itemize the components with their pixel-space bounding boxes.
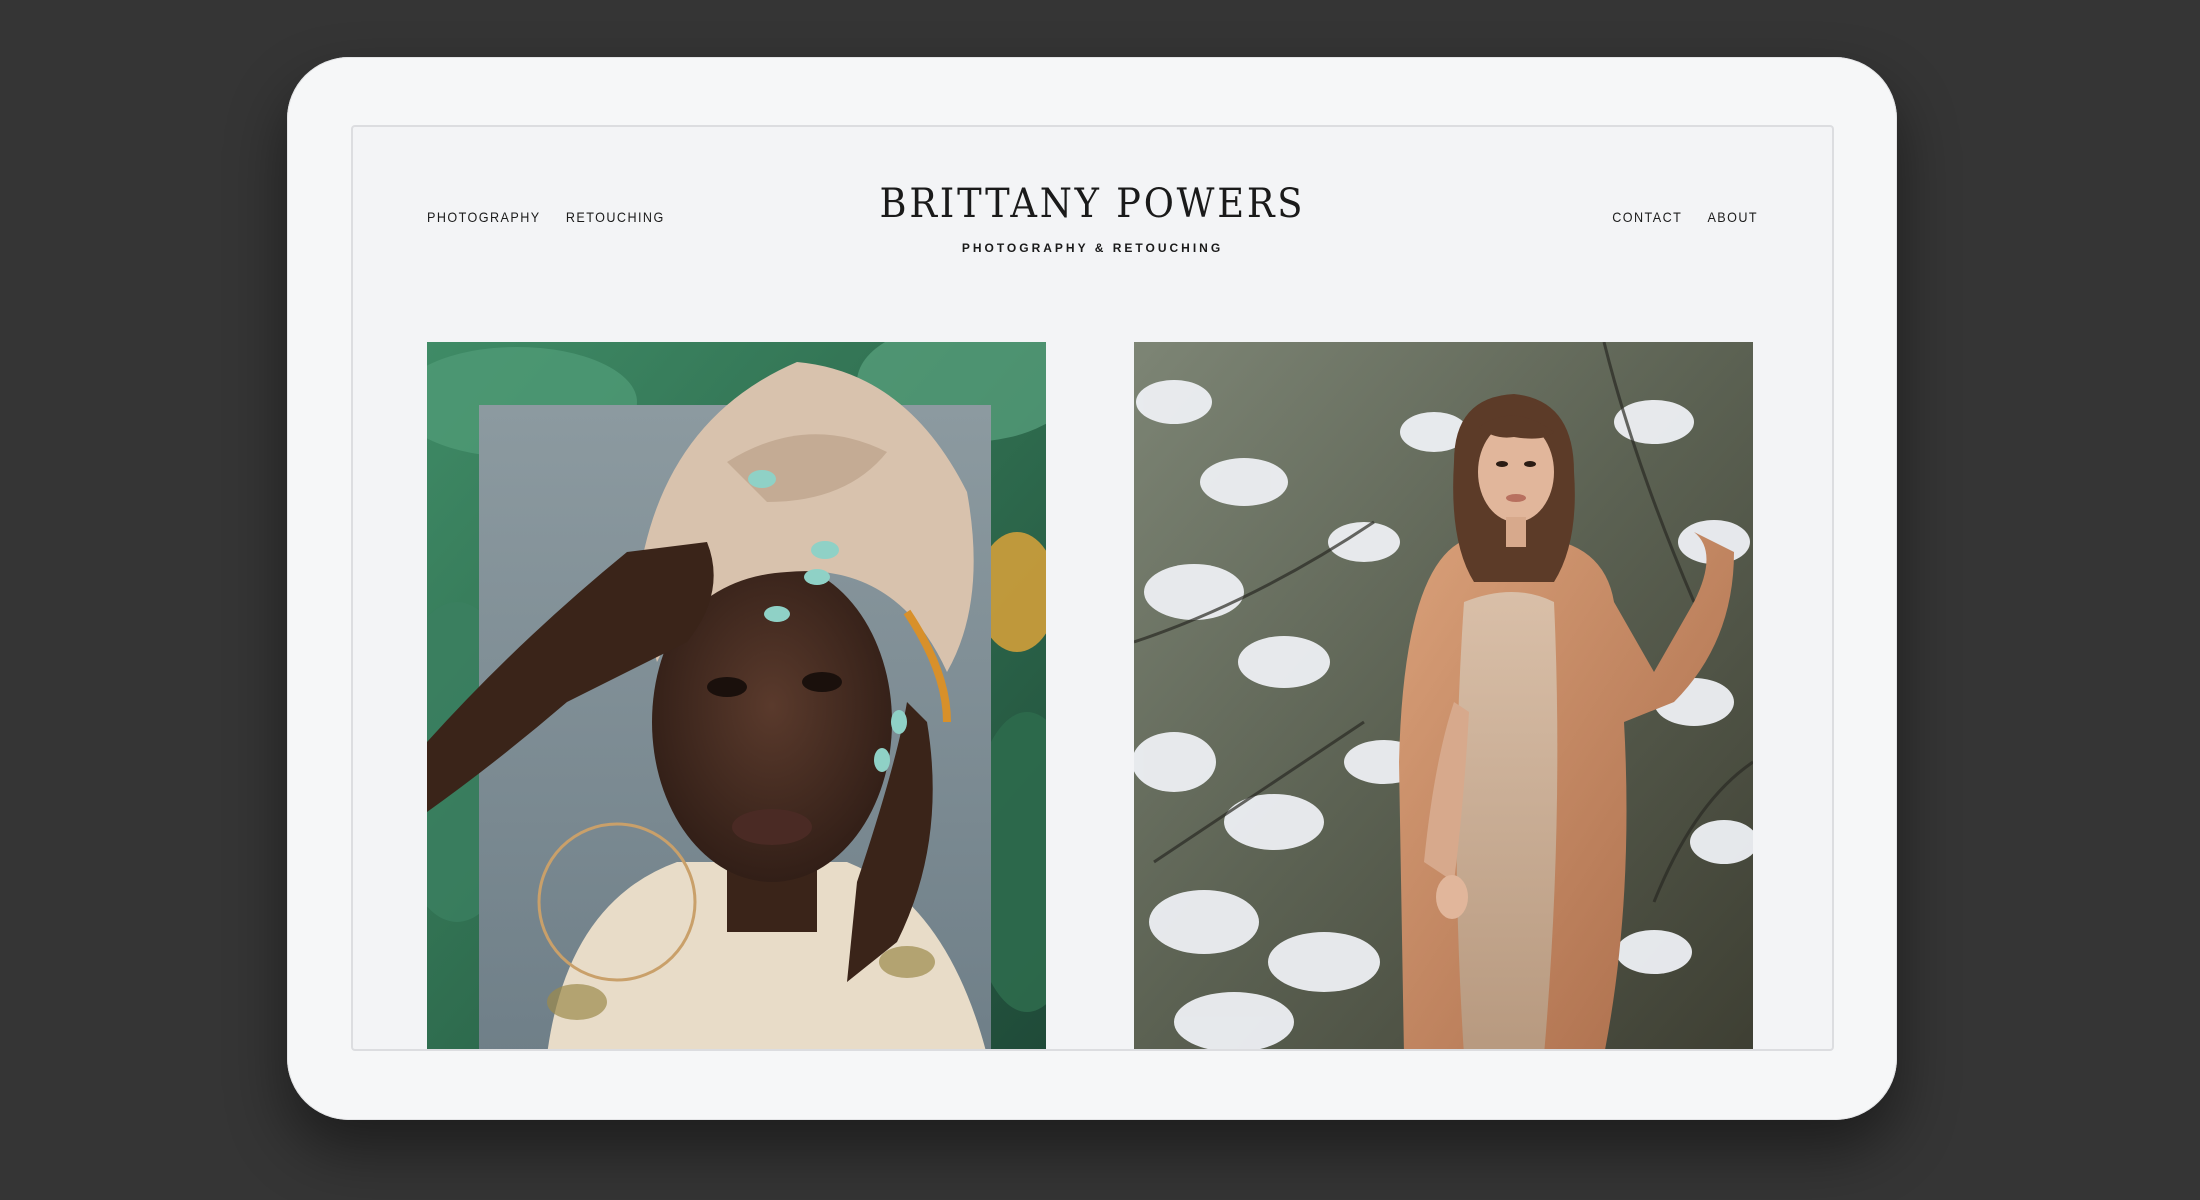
site-title[interactable]: BRITTANY POWERS bbox=[880, 181, 1306, 227]
website-screen: PHOTOGRAPHY RETOUCHING BRITTANY POWERS P… bbox=[351, 125, 1834, 1051]
site-tagline: PHOTOGRAPHY & RETOUCHING bbox=[961, 241, 1224, 255]
portfolio-photo-headwrap-portrait[interactable] bbox=[427, 342, 1046, 1049]
nav-contact[interactable]: CONTACT bbox=[1612, 209, 1682, 225]
nav-about[interactable]: ABOUT bbox=[1707, 209, 1758, 225]
secondary-nav: CONTACT ABOUT bbox=[1612, 209, 1758, 225]
portfolio-photo-magnolia-portrait[interactable] bbox=[1134, 342, 1753, 1049]
tablet-device: PHOTOGRAPHY RETOUCHING BRITTANY POWERS P… bbox=[287, 57, 1897, 1120]
site-brand: BRITTANY POWERS PHOTOGRAPHY & RETOUCHING bbox=[353, 181, 1832, 255]
